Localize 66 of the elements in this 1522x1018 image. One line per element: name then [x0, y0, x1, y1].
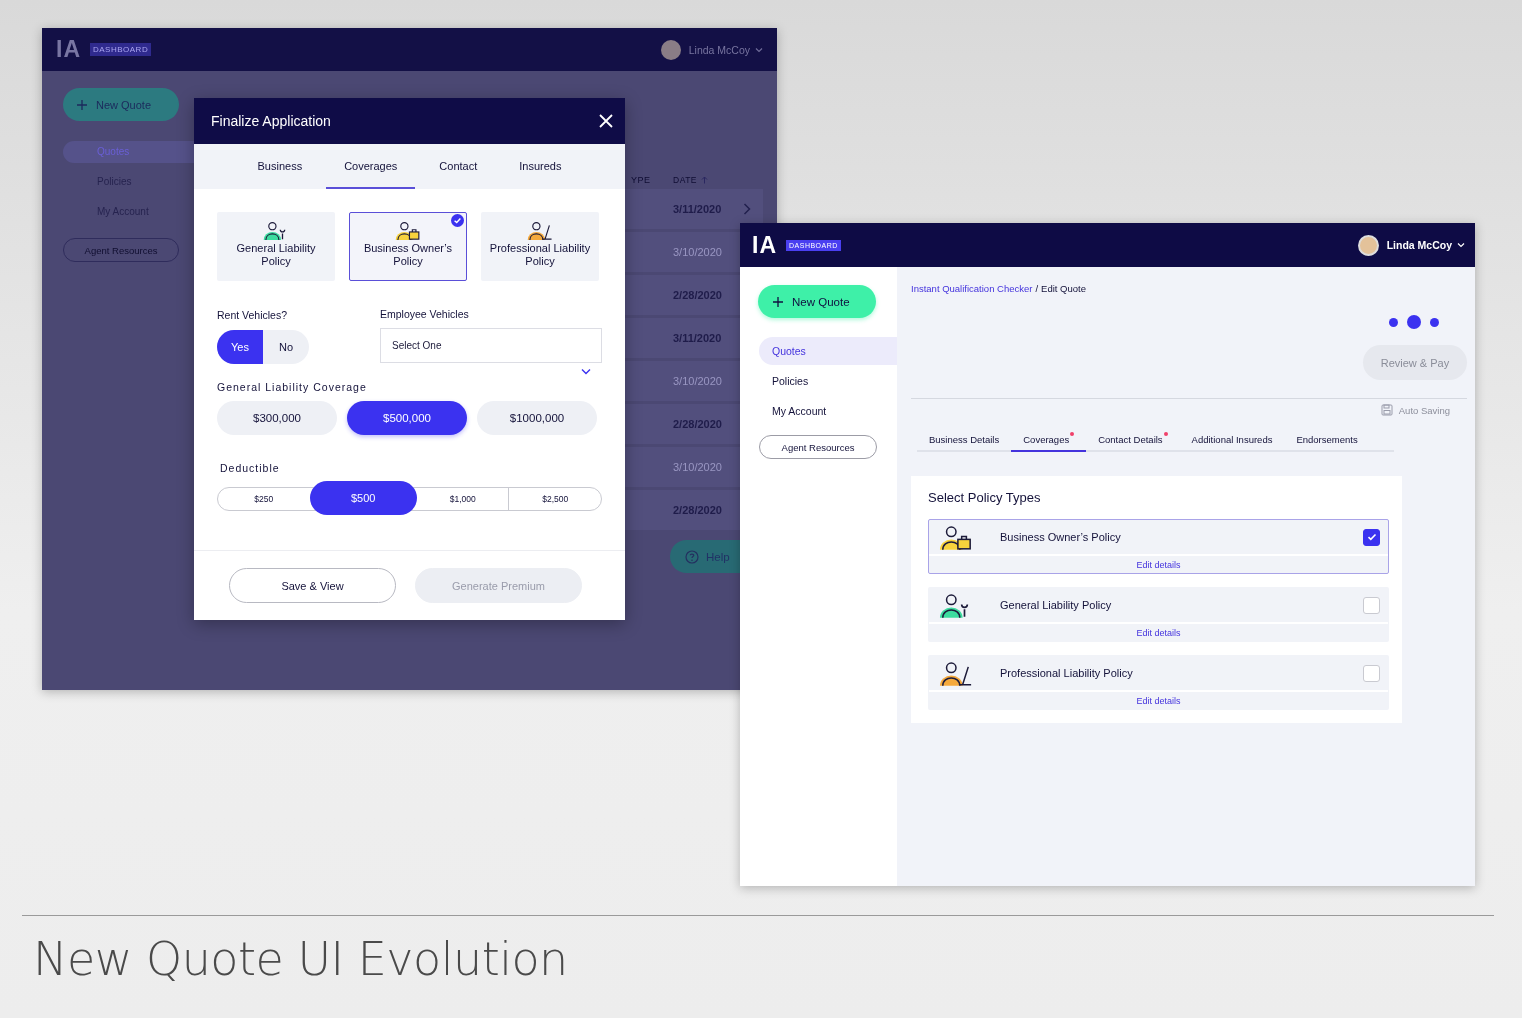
toggle-option[interactable]: Yes [217, 330, 263, 364]
dialog-title: Finalize Application [211, 113, 331, 129]
plus-icon [773, 296, 783, 307]
nav-item[interactable]: Policies [759, 367, 897, 395]
field-label: Rent Vehicles? [217, 309, 289, 321]
dashboard-badge: DASHBOARD [90, 43, 152, 56]
panel-title: Select Policy Types [928, 490, 1042, 505]
avatar[interactable] [1357, 234, 1379, 256]
tab[interactable]: Coverages [326, 144, 416, 189]
nav-item[interactable]: My Account [759, 397, 897, 425]
breadcrumb-current: Edit Quote [1041, 283, 1086, 294]
deductible-option[interactable]: $2,500 [508, 488, 601, 510]
check-badge-icon [451, 214, 464, 227]
tab[interactable]: Endorsements [1284, 430, 1370, 452]
edit-details-link[interactable]: Edit details [929, 556, 1388, 573]
new-quote-button[interactable]: New Quote [758, 285, 876, 318]
tab[interactable]: Additional Insureds [1179, 430, 1285, 452]
policy-item[interactable]: General Liability Policy Edit details [928, 587, 1389, 642]
date-cell: 3/10/2020 [673, 246, 722, 258]
plus-icon [77, 99, 87, 110]
coverage-option[interactable]: $500,000 [347, 401, 467, 435]
section-label: General Liability Coverage [217, 381, 368, 393]
policy-name: Professional Liability Policy [1000, 667, 1134, 679]
chevron-down-icon[interactable] [581, 368, 591, 375]
user-name[interactable]: Linda McCoy [1386, 239, 1452, 251]
save-icon [1380, 404, 1393, 416]
date-cell: 3/10/2020 [673, 375, 722, 387]
check-icon [1366, 533, 1377, 541]
policy-item[interactable]: Business Owner’s Policy Edit details [928, 519, 1389, 574]
field-label: Employee Vehicles [380, 308, 470, 320]
select-field[interactable]: Select One [380, 328, 602, 363]
edit-details-link[interactable]: Edit details [929, 624, 1388, 641]
tab[interactable]: Coverages [1011, 430, 1087, 452]
policy-card[interactable]: General Liability Policy [217, 212, 335, 281]
user-name[interactable]: Linda McCoy [688, 43, 750, 56]
section-label: Deductible [220, 462, 281, 474]
tab[interactable]: Business [239, 144, 321, 189]
policy-card[interactable]: Business Owner’s Policy [349, 212, 467, 281]
caption: New Quote UI Evolution [33, 932, 568, 986]
logo: IA [56, 36, 81, 63]
dialog-button[interactable]: Save & View [229, 568, 396, 603]
tab[interactable]: Insureds [501, 144, 580, 189]
tab[interactable]: Business Details [917, 430, 1012, 452]
tab[interactable]: Contact Details [1086, 430, 1180, 452]
policy-card[interactable]: Professional Liability Policy [481, 212, 599, 281]
coverage-option[interactable]: $1000,000 [477, 401, 597, 435]
policy-item[interactable]: Professional Liability Policy Edit details [928, 655, 1389, 710]
column-header: YPE [631, 175, 652, 185]
policy-name: General Liability Policy [1000, 599, 1113, 611]
edit-details-link[interactable]: Edit details [929, 692, 1388, 709]
nav-item[interactable]: Quotes [759, 337, 897, 365]
breadcrumb-separator: / [1035, 283, 1039, 294]
deductible-option[interactable]: $250 [218, 488, 310, 510]
logo: IA [752, 231, 777, 259]
policy-name: Business Owner’s Policy [1000, 531, 1122, 543]
coverage-option[interactable]: $300,000 [217, 401, 337, 435]
toggle-option[interactable]: No [263, 330, 309, 364]
close-icon[interactable] [599, 114, 613, 128]
auto-saving-status: Auto Saving [1398, 404, 1450, 416]
date-cell: 3/10/2020 [673, 461, 722, 473]
deductible-option[interactable]: $500 [309, 481, 417, 515]
deductible-option[interactable]: $1,000 [416, 488, 509, 510]
checkbox[interactable] [1363, 528, 1380, 546]
tab[interactable]: Contact [421, 144, 496, 189]
breadcrumb-link[interactable]: Instant Qualification Checker [911, 283, 1033, 294]
help-icon [685, 549, 699, 564]
